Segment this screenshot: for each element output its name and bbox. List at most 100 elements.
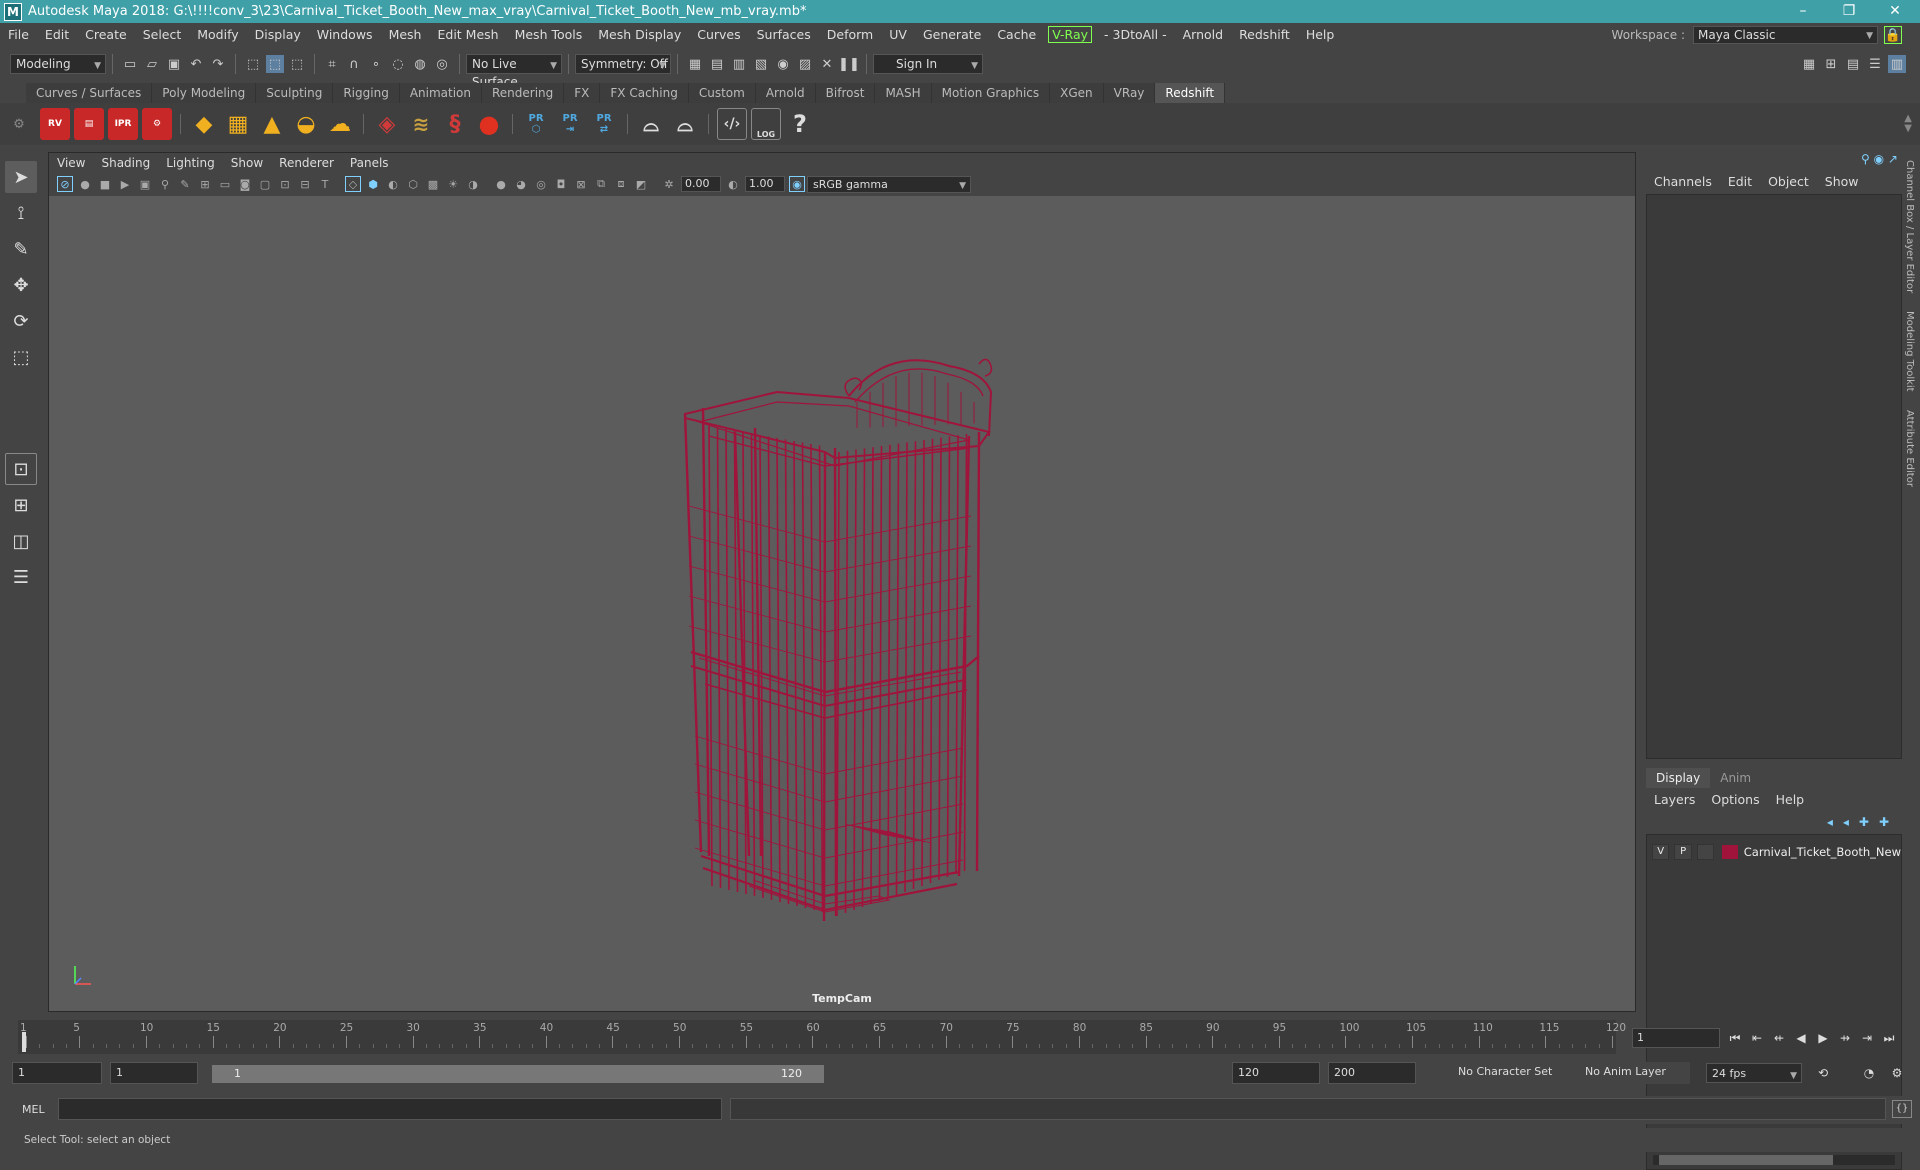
shelf-tab-rigging[interactable]: Rigging	[333, 83, 400, 103]
vp-menu-lighting[interactable]: Lighting	[158, 156, 223, 170]
layer-display-type-toggle[interactable]	[1696, 844, 1715, 860]
image-plane-icon[interactable]: ▣	[137, 176, 153, 192]
shelf-tab-curves-surfaces[interactable]: Curves / Surfaces	[26, 83, 153, 103]
3d-viewport[interactable]: TempCam	[49, 196, 1635, 1011]
cb-menu-channels[interactable]: Channels	[1646, 174, 1720, 189]
rs-hair-icon[interactable]: ≋	[406, 108, 436, 140]
new-scene-icon[interactable]: ▭	[121, 55, 139, 73]
mel-label[interactable]: MEL	[22, 1103, 45, 1116]
safe-action-icon[interactable]: ⊟	[297, 176, 313, 192]
menu-vray[interactable]: V-Ray	[1048, 25, 1093, 43]
rs-volume-icon[interactable]: §	[440, 108, 470, 140]
smooth-shade-icon[interactable]: ⬢	[365, 176, 381, 192]
snap-point-icon[interactable]: ∘	[367, 55, 385, 73]
cb-menu-show[interactable]: Show	[1817, 174, 1867, 189]
ambient-occlusion-icon[interactable]: ●	[493, 176, 509, 192]
panel-options-icons[interactable]: ⚲ ◉ ↗	[1861, 152, 1898, 166]
undo-icon[interactable]: ↶	[187, 55, 205, 73]
safe-title-icon[interactable]: T	[317, 176, 333, 192]
exposure-icon[interactable]: ✲	[661, 176, 677, 192]
pr-export-icon[interactable]: PR ⬡	[521, 108, 551, 140]
le-menu-layers[interactable]: Layers	[1646, 792, 1703, 807]
menu-mesh-tools[interactable]: Mesh Tools	[507, 27, 591, 42]
menu-edit-mesh[interactable]: Edit Mesh	[429, 27, 506, 42]
single-view-layout-icon[interactable]: ⊡	[5, 453, 37, 485]
vp-menu-panels[interactable]: Panels	[342, 156, 397, 170]
rs-log-icon[interactable]: LOG	[751, 108, 781, 140]
camera-lock-icon[interactable]: ●	[77, 176, 93, 192]
textured-icon[interactable]: ▩	[425, 176, 441, 192]
redshift-render-view-icon[interactable]: RV	[40, 108, 70, 140]
go-to-start-icon[interactable]: ⏮	[1724, 1027, 1746, 1049]
live-surface-field[interactable]: No Live Surface	[466, 54, 562, 89]
menu-surfaces[interactable]: Surfaces	[749, 27, 819, 42]
four-view-layout-icon[interactable]: ⊞	[5, 489, 37, 521]
rs-proxy-icon[interactable]: ◈	[372, 108, 402, 140]
two-view-layout-icon[interactable]: ◫	[5, 525, 37, 557]
gamma-icon[interactable]: ◐	[725, 176, 741, 192]
rs-portal-light-icon[interactable]: ▦	[223, 108, 253, 140]
shelf-tab-redshift[interactable]: Redshift	[1155, 83, 1226, 103]
layer-color-swatch[interactable]	[1722, 845, 1738, 859]
menu-deform[interactable]: Deform	[819, 27, 881, 42]
layer-visibility-toggle[interactable]: V	[1652, 844, 1670, 860]
side-tab-channel-box[interactable]: Channel Box / Layer Editor	[1904, 160, 1915, 293]
side-tab-attribute-editor[interactable]: Attribute Editor	[1904, 410, 1915, 487]
film-gate-icon[interactable]: ▭	[217, 176, 233, 192]
play-forwards-icon[interactable]: ▶	[1812, 1027, 1834, 1049]
shade-default-icon[interactable]: ◐	[385, 176, 401, 192]
layer-row[interactable]: V P Carnival_Ticket_Booth_New	[1647, 841, 1901, 863]
anim-layer-dropdown[interactable]: No Anim Layer	[1580, 1062, 1690, 1084]
xray-icon[interactable]: ⧉	[593, 176, 609, 192]
step-forward-key-icon[interactable]: ⇥	[1856, 1027, 1878, 1049]
step-forward-frame-icon[interactable]: ⇸	[1834, 1027, 1856, 1049]
render-view-icon[interactable]: ▧	[752, 55, 770, 73]
field-chart-icon[interactable]: ⊡	[277, 176, 293, 192]
tab-anim[interactable]: Anim	[1710, 768, 1761, 788]
ipr-render-icon[interactable]: ▥	[730, 55, 748, 73]
wireframe-icon[interactable]: ◇	[345, 176, 361, 192]
render-tools-icon[interactable]: ✕	[818, 55, 836, 73]
snap-curve-icon[interactable]: ∩	[345, 55, 363, 73]
le-menu-help[interactable]: Help	[1768, 792, 1813, 807]
menu-help[interactable]: Help	[1298, 27, 1343, 42]
new-layer-icon[interactable]: ✚	[1859, 815, 1869, 829]
shelf-tab-xgen[interactable]: XGen	[1050, 83, 1104, 103]
menu-windows[interactable]: Windows	[309, 27, 381, 42]
shelf-settings-icon[interactable]: ⚙	[0, 117, 38, 132]
select-object-icon[interactable]: ⬚	[266, 55, 284, 73]
redo-icon[interactable]: ↷	[209, 55, 227, 73]
shelf-tab-rendering[interactable]: Rendering	[482, 83, 565, 103]
time-slider[interactable]: 1 5 10 15 20 25 30 35 40 45 50 55 60 65 70 75 80 85 90 95 10…	[18, 1020, 1626, 1054]
select-component-icon[interactable]: ⬚	[288, 55, 306, 73]
layer-playback-toggle[interactable]: P	[1674, 844, 1692, 860]
rs-script-editor-icon[interactable]: ‹/›	[717, 108, 747, 140]
channel-box-icon[interactable]: ▥	[1888, 55, 1906, 73]
step-back-frame-icon[interactable]: ⇷	[1768, 1027, 1790, 1049]
snap-surface-icon[interactable]: ◍	[411, 55, 429, 73]
play-backwards-icon[interactable]: ◀	[1790, 1027, 1812, 1049]
menu-3dtoall[interactable]: - 3DtoAll -	[1096, 27, 1175, 42]
rs-dome-light-icon[interactable]: ◒	[291, 108, 321, 140]
xray-joints-icon[interactable]: ⧈	[613, 176, 629, 192]
side-tab-modeling-toolkit[interactable]: Modeling Toolkit	[1904, 311, 1915, 392]
sign-in-button[interactable]: Sign In	[873, 54, 983, 75]
auto-key-icon[interactable]: ◔	[1858, 1062, 1880, 1084]
rs-bake-icon[interactable]: ⌓	[636, 108, 666, 140]
view-transform-dropdown[interactable]: sRGB gamma	[807, 175, 971, 194]
gamma-field[interactable]: 1.00	[745, 176, 785, 192]
current-time-marker[interactable]	[22, 1032, 26, 1052]
menu-mesh[interactable]: Mesh	[381, 27, 430, 42]
menu-cache[interactable]: Cache	[989, 27, 1044, 42]
use-lights-icon[interactable]: ☀	[445, 176, 461, 192]
tool-settings-icon[interactable]: ▤	[1844, 55, 1862, 73]
animation-end-field[interactable]: 200	[1328, 1062, 1416, 1084]
move-tool-icon[interactable]: ✥	[5, 269, 37, 301]
redshift-batch-render-icon[interactable]: ▤	[74, 108, 104, 140]
isolate-select-icon[interactable]: ⊠	[573, 176, 589, 192]
rs-sun-sky-icon[interactable]: ☁	[325, 108, 355, 140]
menu-curves[interactable]: Curves	[689, 27, 748, 42]
2d-pan-zoom-icon[interactable]: ⚲	[157, 176, 173, 192]
motion-blur-icon[interactable]: ◕	[513, 176, 529, 192]
shelf-tab-bifrost[interactable]: Bifrost	[815, 83, 876, 103]
